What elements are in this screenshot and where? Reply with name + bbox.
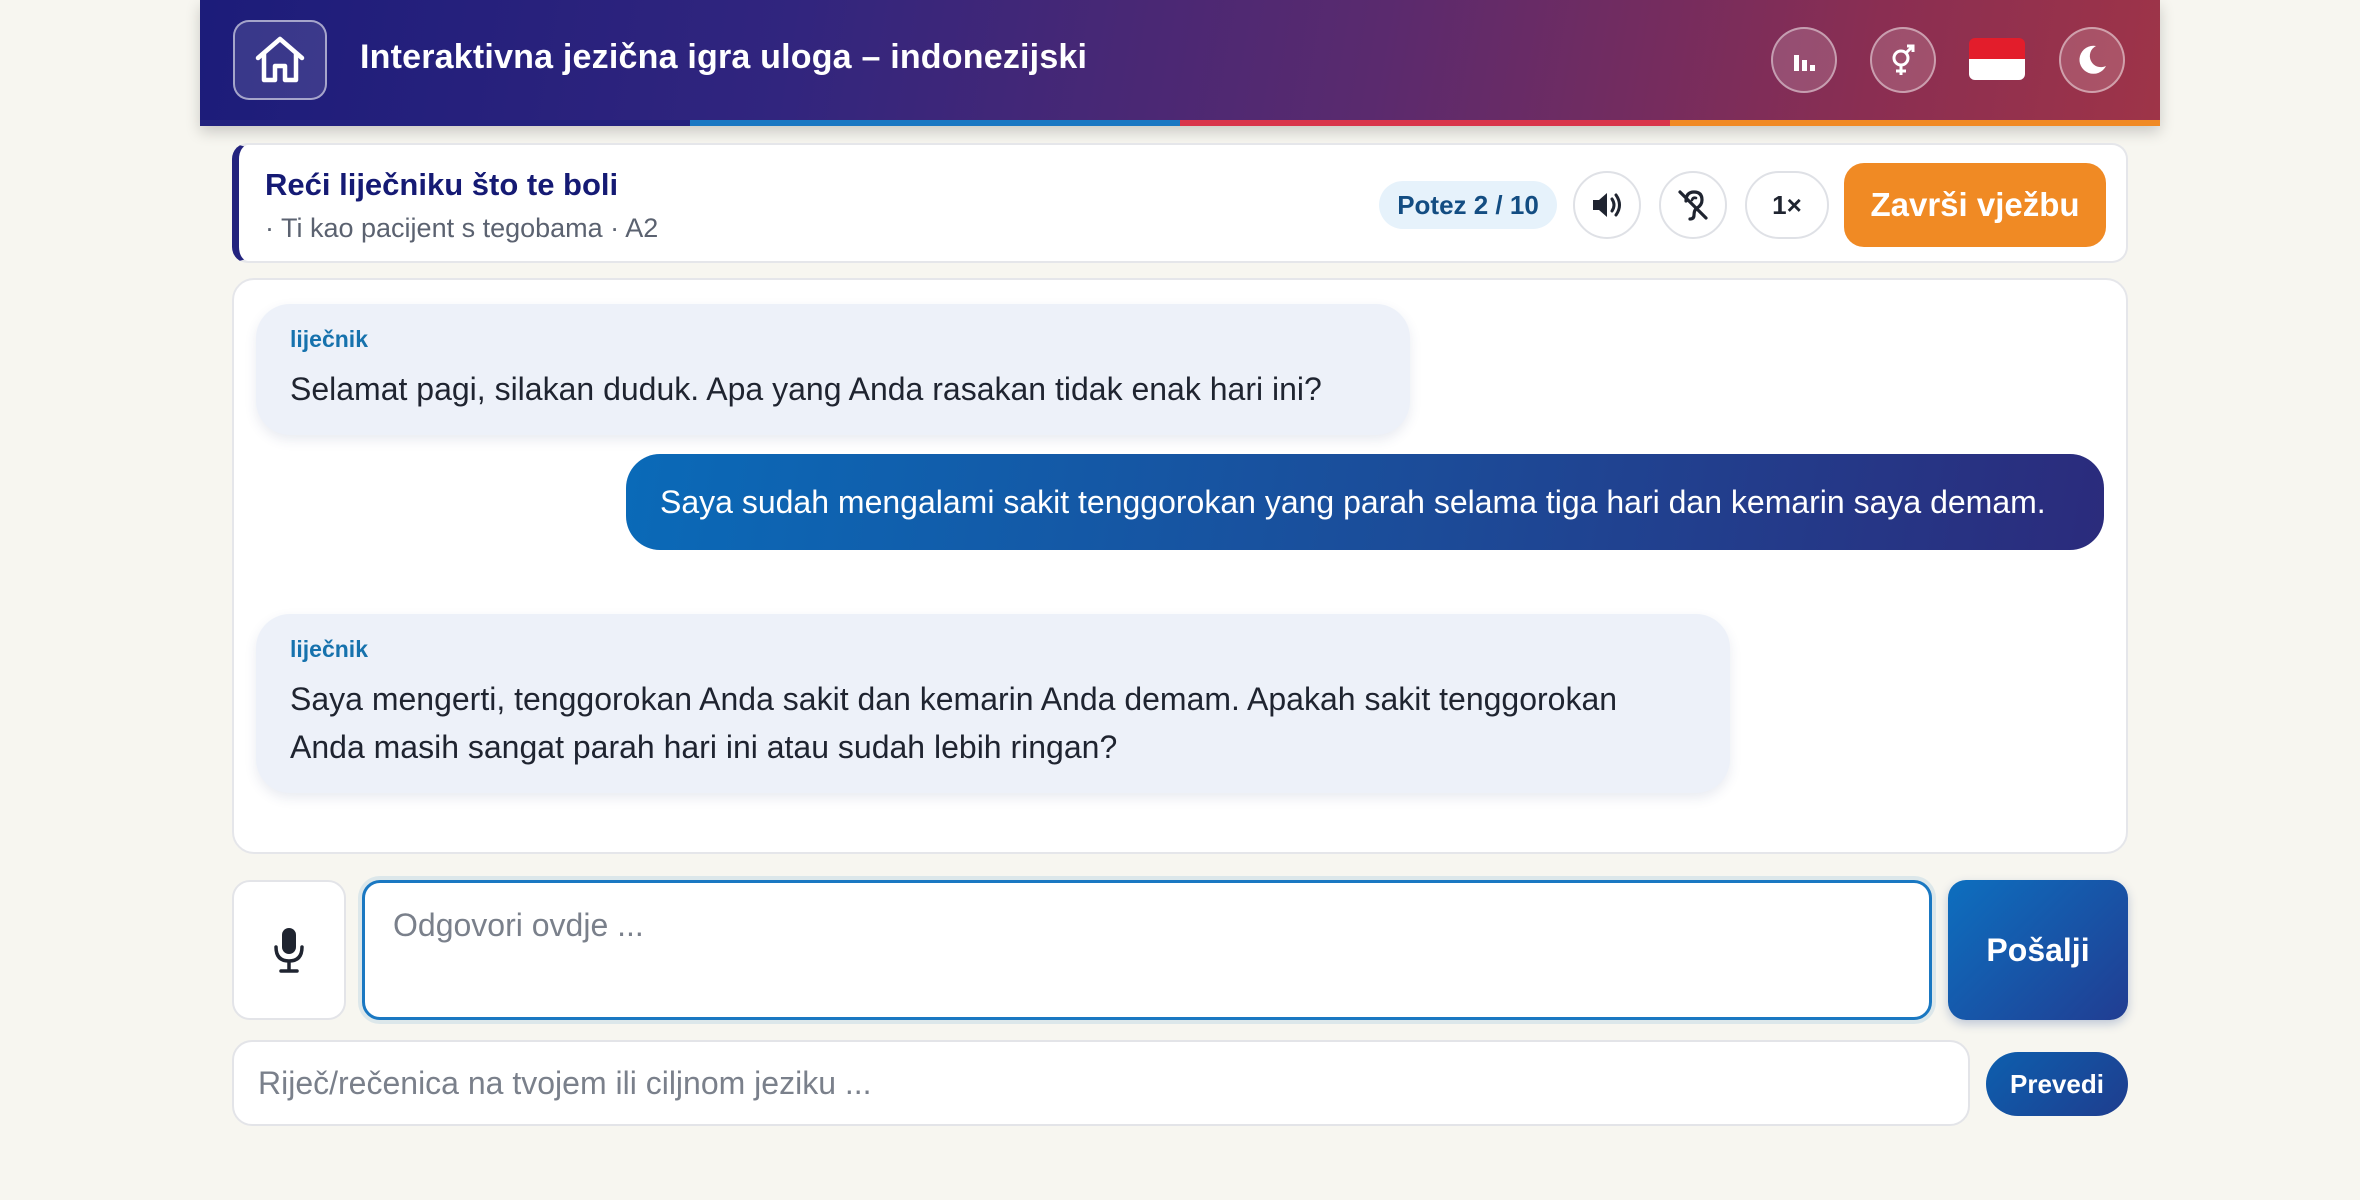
app-header: Interaktivna jezična igra uloga – indone…: [200, 0, 2160, 126]
gender-icon: [1892, 44, 1915, 75]
chat-panel: liječnik Selamat pagi, silakan duduk. Ap…: [232, 278, 2128, 854]
home-button[interactable]: [233, 20, 327, 100]
turn-counter-badge: Potez 2 / 10: [1379, 181, 1557, 229]
header-color-stripe: [200, 120, 2160, 126]
stripe-segment: [200, 120, 690, 126]
chat-message-incoming: liječnik Selamat pagi, silakan duduk. Ap…: [256, 304, 1410, 435]
stripe-segment: [690, 120, 1180, 126]
bar-chart-icon: [1794, 55, 1815, 71]
theme-toggle-button[interactable]: [2059, 27, 2125, 93]
message-text: Saya mengerti, tenggorokan Anda sakit da…: [290, 681, 1618, 765]
translate-button[interactable]: Prevedi: [1986, 1052, 2128, 1116]
home-icon: [255, 36, 305, 83]
translate-input[interactable]: [232, 1040, 1970, 1126]
playback-speed-button[interactable]: 1×: [1745, 171, 1829, 239]
moon-icon: [2079, 45, 2106, 74]
message-text: Saya sudah mengalami sakit tenggorokan y…: [660, 484, 2046, 520]
scenario-bar: Reći liječniku što te boli · Ti kao paci…: [232, 143, 2128, 263]
app-title: Interaktivna jezična igra uloga – indone…: [360, 38, 1088, 76]
microphone-icon: [274, 928, 304, 973]
indonesia-flag[interactable]: [1969, 38, 2025, 80]
chat-message-outgoing: Saya sudah mengalami sakit tenggorokan y…: [626, 454, 2104, 550]
stripe-segment: [1670, 120, 2160, 126]
flag-white-band: [1969, 59, 2025, 80]
answer-input[interactable]: [362, 880, 1932, 1020]
scenario-subtitle: · Ti kao pacijent s tegobama · A2: [265, 213, 659, 243]
message-text: Selamat pagi, silakan duduk. Apa yang An…: [290, 371, 1322, 407]
no-hearing-icon: [1678, 190, 1708, 221]
hide-audio-button[interactable]: [1659, 171, 1727, 239]
message-speaker: liječnik: [290, 636, 368, 662]
audio-toggle-button[interactable]: [1573, 171, 1641, 239]
scenario-title: Reći liječniku što te boli: [265, 167, 619, 202]
gender-button[interactable]: [1870, 27, 1936, 93]
finish-exercise-button[interactable]: Završi vježbu: [1844, 163, 2106, 247]
message-speaker: liječnik: [290, 326, 368, 352]
stripe-segment: [1180, 120, 1670, 126]
flag-red-band: [1969, 38, 2025, 59]
speaker-icon: [1593, 193, 1621, 217]
stats-button[interactable]: [1771, 27, 1837, 93]
send-button[interactable]: Pošalji: [1948, 880, 2128, 1020]
microphone-button[interactable]: [232, 880, 346, 1020]
chat-message-incoming: liječnik Saya mengerti, tenggorokan Anda…: [256, 614, 1730, 793]
